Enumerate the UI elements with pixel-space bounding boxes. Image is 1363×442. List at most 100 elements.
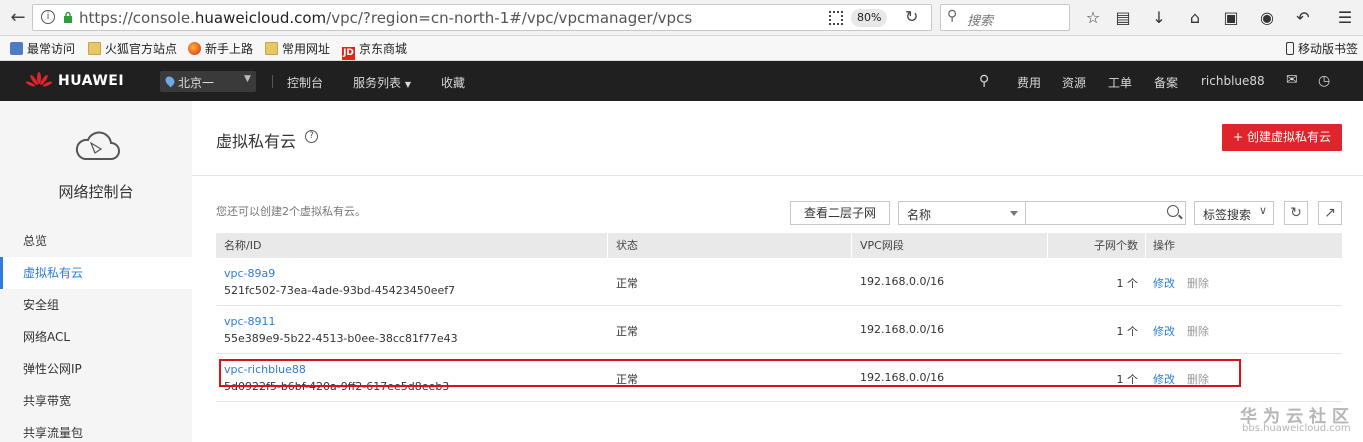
jd-logo-icon: JD	[342, 47, 355, 60]
column-separator	[851, 233, 852, 258]
nav-resources[interactable]: 资源	[1062, 74, 1086, 91]
create-vpc-button[interactable]: + 创建虚拟私有云	[1222, 124, 1342, 151]
caret-down-icon	[1010, 211, 1018, 216]
location-pin-icon	[163, 74, 177, 88]
delete-link[interactable]: 删除	[1187, 323, 1209, 339]
reading-list-icon[interactable]: ▤	[1112, 6, 1134, 30]
edit-link[interactable]: 修改	[1153, 275, 1175, 291]
column-separator	[1047, 233, 1048, 258]
firefox-icon	[188, 42, 201, 55]
search-icon[interactable]	[1167, 205, 1179, 217]
tag-search-button[interactable]: 标签搜索 ∨	[1194, 201, 1274, 225]
crop-icon[interactable]: ▣	[1220, 6, 1242, 30]
bookmark-firefox-site[interactable]: 火狐官方站点	[88, 40, 177, 58]
vpc-cidr: 192.168.0.0/16	[860, 323, 945, 336]
bookmark-most-visited[interactable]: 最常访问	[10, 40, 75, 58]
table-row: vpc-8911 55e389e9-5b22-4513-b0ee-38cc81f…	[216, 306, 1342, 354]
chat-icon[interactable]: ◉	[1256, 6, 1278, 30]
tag-search-label: 标签搜索	[1203, 208, 1252, 222]
huawei-logo-icon[interactable]	[26, 72, 52, 90]
menu-icon[interactable]: ☰	[1334, 6, 1356, 30]
nav-console[interactable]: 控制台	[287, 74, 323, 91]
undo-icon[interactable]: ↶	[1292, 6, 1314, 30]
quota-text: 您还可以创建2个虚拟私有云。	[216, 205, 366, 218]
console-top-nav: HUAWEI 北京一 ▼ 控制台 服务列表 ▼ 收藏 ⚲ 费用 资源 工单 备案…	[0, 61, 1363, 101]
bookmarks-bar: 最常访问 火狐官方站点 新手上路 常用网址 JD 京东商城 移动版书签	[0, 36, 1363, 61]
bookmark-icon	[10, 42, 23, 55]
delete-link[interactable]: 删除	[1187, 275, 1209, 291]
column-header-name: 名称/ID	[224, 239, 262, 252]
vpc-name-link[interactable]: vpc-8911	[224, 315, 276, 328]
bookmark-star-icon[interactable]: ☆	[1082, 6, 1104, 30]
vpc-status: 正常	[616, 325, 638, 338]
region-label: 北京一	[178, 76, 215, 90]
qr-code-icon[interactable]	[829, 11, 843, 25]
sidebar-item-shared-data-package[interactable]: 共享流量包	[0, 417, 192, 442]
clock-icon[interactable]: ◷	[1318, 73, 1330, 89]
column-header-status: 状态	[616, 239, 638, 252]
network-cloud-icon	[75, 131, 120, 160]
column-header-cidr: VPC网段	[860, 239, 904, 252]
mobile-icon	[1286, 42, 1294, 55]
vpc-status: 正常	[616, 277, 638, 290]
url-text: https://console.huaweicloud.com/vpc/?reg…	[79, 9, 693, 27]
folder-icon	[265, 42, 278, 55]
filter-select[interactable]: 名称	[898, 201, 1026, 225]
bookmark-mobile[interactable]: 移动版书签	[1286, 40, 1358, 58]
export-icon[interactable]: ↗	[1318, 201, 1342, 225]
browser-toolbar: ← i https://console.huaweicloud.com/vpc/…	[0, 0, 1363, 36]
refresh-icon[interactable]: ↻	[1284, 201, 1308, 225]
sidebar-item-shared-bandwidth[interactable]: 共享带宽	[0, 385, 192, 417]
info-icon[interactable]: i	[41, 10, 55, 24]
sidebar-item-network-acl[interactable]: 网络ACL	[0, 321, 192, 353]
column-separator	[607, 233, 608, 258]
double-chevron-down-icon: ∨	[1258, 204, 1267, 217]
table-row: vpc-89a9 521fc502-73ea-4ade-93bd-4542345…	[216, 258, 1342, 306]
edit-link[interactable]: 修改	[1153, 323, 1175, 339]
sidebar-item-eip[interactable]: 弹性公网IP	[0, 353, 192, 385]
nav-tickets[interactable]: 工单	[1108, 74, 1132, 91]
reload-icon[interactable]: ↻	[905, 7, 918, 26]
plus-icon: +	[1233, 130, 1244, 144]
folder-icon	[88, 42, 101, 55]
nav-favorites[interactable]: 收藏	[441, 74, 465, 91]
vpc-name-link[interactable]: vpc-89a9	[224, 267, 275, 280]
highlight-annotation-box	[219, 359, 1241, 387]
chevron-down-icon: ▼	[404, 80, 411, 89]
sidebar-item-vpc[interactable]: 虚拟私有云	[0, 257, 192, 289]
nav-filing[interactable]: 备案	[1154, 74, 1178, 91]
chevron-down-icon: ▼	[244, 74, 251, 84]
user-name[interactable]: richblue88	[1201, 74, 1265, 88]
vpc-id: 521fc502-73ea-4ade-93bd-45423450eef7	[224, 284, 456, 297]
vpc-subnet-count: 1 个	[1116, 325, 1139, 338]
page-title: 虚拟私有云	[216, 132, 297, 151]
region-selector[interactable]: 北京一 ▼	[160, 71, 256, 92]
bookmark-common-sites[interactable]: 常用网址	[265, 40, 330, 58]
home-icon[interactable]: ⌂	[1184, 6, 1206, 30]
download-icon[interactable]: ↓	[1148, 6, 1170, 30]
sidebar-item-security-group[interactable]: 安全组	[0, 289, 192, 321]
browser-search-input[interactable]: ⚲ 搜索	[940, 4, 1070, 31]
column-separator	[1145, 233, 1146, 258]
zoom-level[interactable]: 80%	[851, 9, 888, 27]
mail-icon[interactable]: ✉	[1286, 72, 1298, 88]
lock-icon	[64, 11, 72, 23]
search-input[interactable]	[1026, 201, 1186, 225]
divider	[272, 75, 273, 88]
column-header-actions: 操作	[1153, 239, 1175, 252]
search-icon[interactable]: ⚲	[979, 73, 989, 89]
nav-service-list[interactable]: 服务列表 ▼	[353, 74, 411, 91]
divider	[192, 175, 1363, 176]
table-header: 名称/ID 状态 VPC网段 子网个数 操作	[216, 233, 1342, 258]
nav-billing[interactable]: 费用	[1017, 74, 1041, 91]
view-subnet-button[interactable]: 查看二层子网	[790, 201, 890, 225]
help-icon[interactable]: ?	[305, 130, 318, 143]
sidebar-item-overview[interactable]: 总览	[0, 225, 192, 257]
vpc-id: 55e389e9-5b22-4513-b0ee-38cc81f77e43	[224, 332, 458, 345]
brand-name[interactable]: HUAWEI	[58, 73, 124, 89]
back-arrow-icon[interactable]: ←	[6, 6, 30, 30]
address-bar[interactable]: i https://console.huaweicloud.com/vpc/?r…	[32, 4, 932, 31]
bookmark-jd[interactable]: JD 京东商城	[342, 40, 407, 60]
bookmark-getting-started[interactable]: 新手上路	[188, 40, 253, 58]
watermark-url: bbs.huaweicloud.com	[1242, 423, 1351, 434]
